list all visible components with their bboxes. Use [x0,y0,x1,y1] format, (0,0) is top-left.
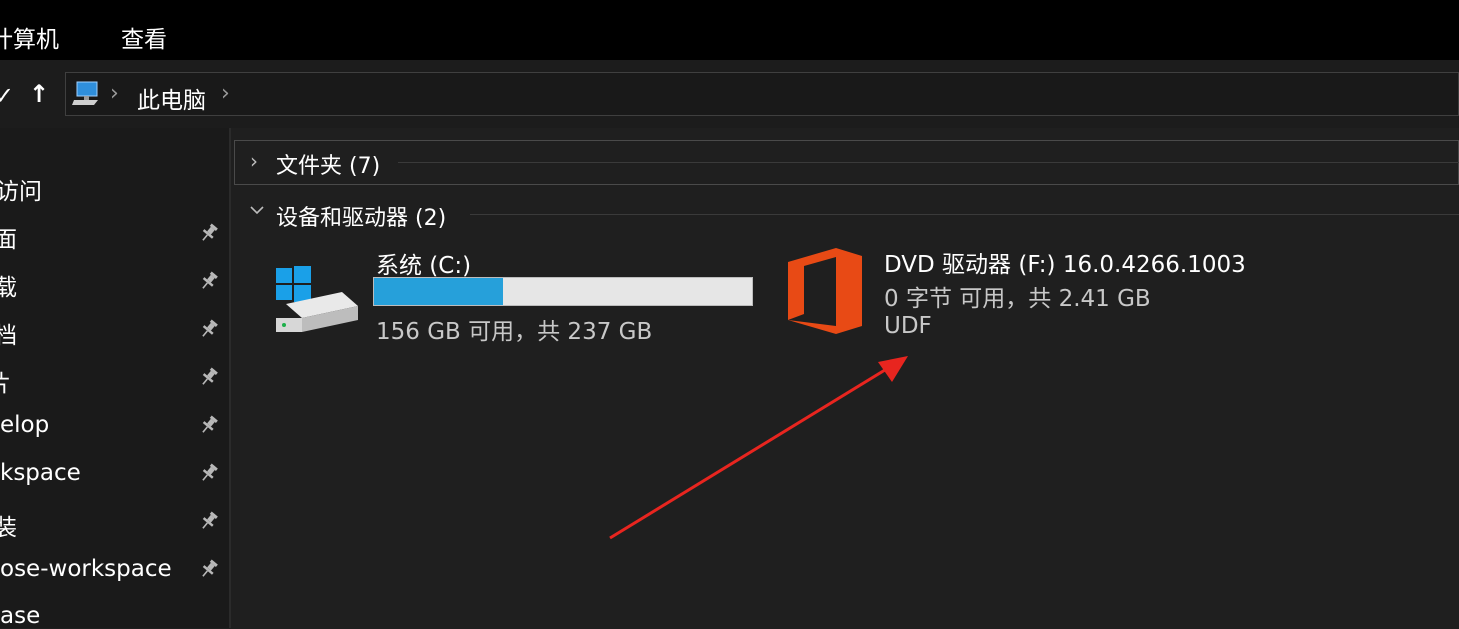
pin-icon[interactable] [198,270,220,292]
pin-icon[interactable] [198,414,220,436]
sidebar-item-documents[interactable]: 档 [0,316,17,350]
chevron-right-icon[interactable]: › [250,149,258,173]
drive-c-usage-fill [374,278,503,305]
pin-icon[interactable] [198,222,220,244]
pin-icon[interactable] [198,318,220,340]
sidebar-item-workspace[interactable]: kspace [0,460,81,486]
computer-icon [72,80,100,108]
drive-c-name[interactable]: 系统 (C:) [376,246,471,280]
menu-item-computer[interactable]: 计算机 [0,20,59,54]
address-bar[interactable] [65,72,1459,116]
up-arrow-icon[interactable]: ↑ [29,80,49,108]
drive-f-name[interactable]: DVD 驱动器 (F:) 16.0.4266.1003 [884,245,1246,279]
drive-f-space: 0 字节 可用，共 2.41 GB [884,286,1151,312]
menu-item-view[interactable]: 查看 [121,20,167,54]
pin-icon[interactable] [198,366,220,388]
sidebar-item-downloads[interactable]: 载 [0,268,17,302]
group-title-devices[interactable]: 设备和驱动器 (2) [276,200,446,232]
sidebar-item-database[interactable]: ase [0,603,40,629]
sidebar-item-desktop[interactable]: 面 [0,220,17,254]
back-chevron-icon[interactable]: ✓ [0,82,14,110]
sidebar-item-eclipse-workspace[interactable]: ose-workspace [0,556,172,582]
menu-bar [0,0,1459,60]
sidebar-item-install[interactable]: 装 [0,508,17,542]
drive-f-filesystem: UDF [884,313,932,339]
drive-c-usage-bar [373,277,753,306]
sidebar-item-develop[interactable]: elop [0,412,49,438]
office-logo-icon[interactable] [788,248,862,334]
group-divider [398,162,1459,163]
pin-icon[interactable] [198,510,220,532]
breadcrumb-expand-chevron[interactable]: › [221,81,230,106]
group-title-folders: 文件夹 (7) [276,154,381,179]
pin-icon[interactable] [198,462,220,484]
sidebar-quick-access[interactable]: 访问 [0,172,42,206]
chevron-down-icon[interactable] [248,200,266,224]
pane-divider[interactable] [229,128,231,628]
sidebar-item-pictures[interactable]: 片 [0,364,11,398]
pin-icon[interactable] [198,558,220,580]
breadcrumb-separator[interactable]: › [110,81,119,106]
drive-c-space: 156 GB 可用，共 237 GB [376,319,653,345]
breadcrumb-this-pc[interactable]: 此电脑 [137,81,206,115]
group-divider [470,214,1459,215]
windows-drive-icon[interactable] [272,266,362,338]
annotation-arrow [600,348,920,548]
